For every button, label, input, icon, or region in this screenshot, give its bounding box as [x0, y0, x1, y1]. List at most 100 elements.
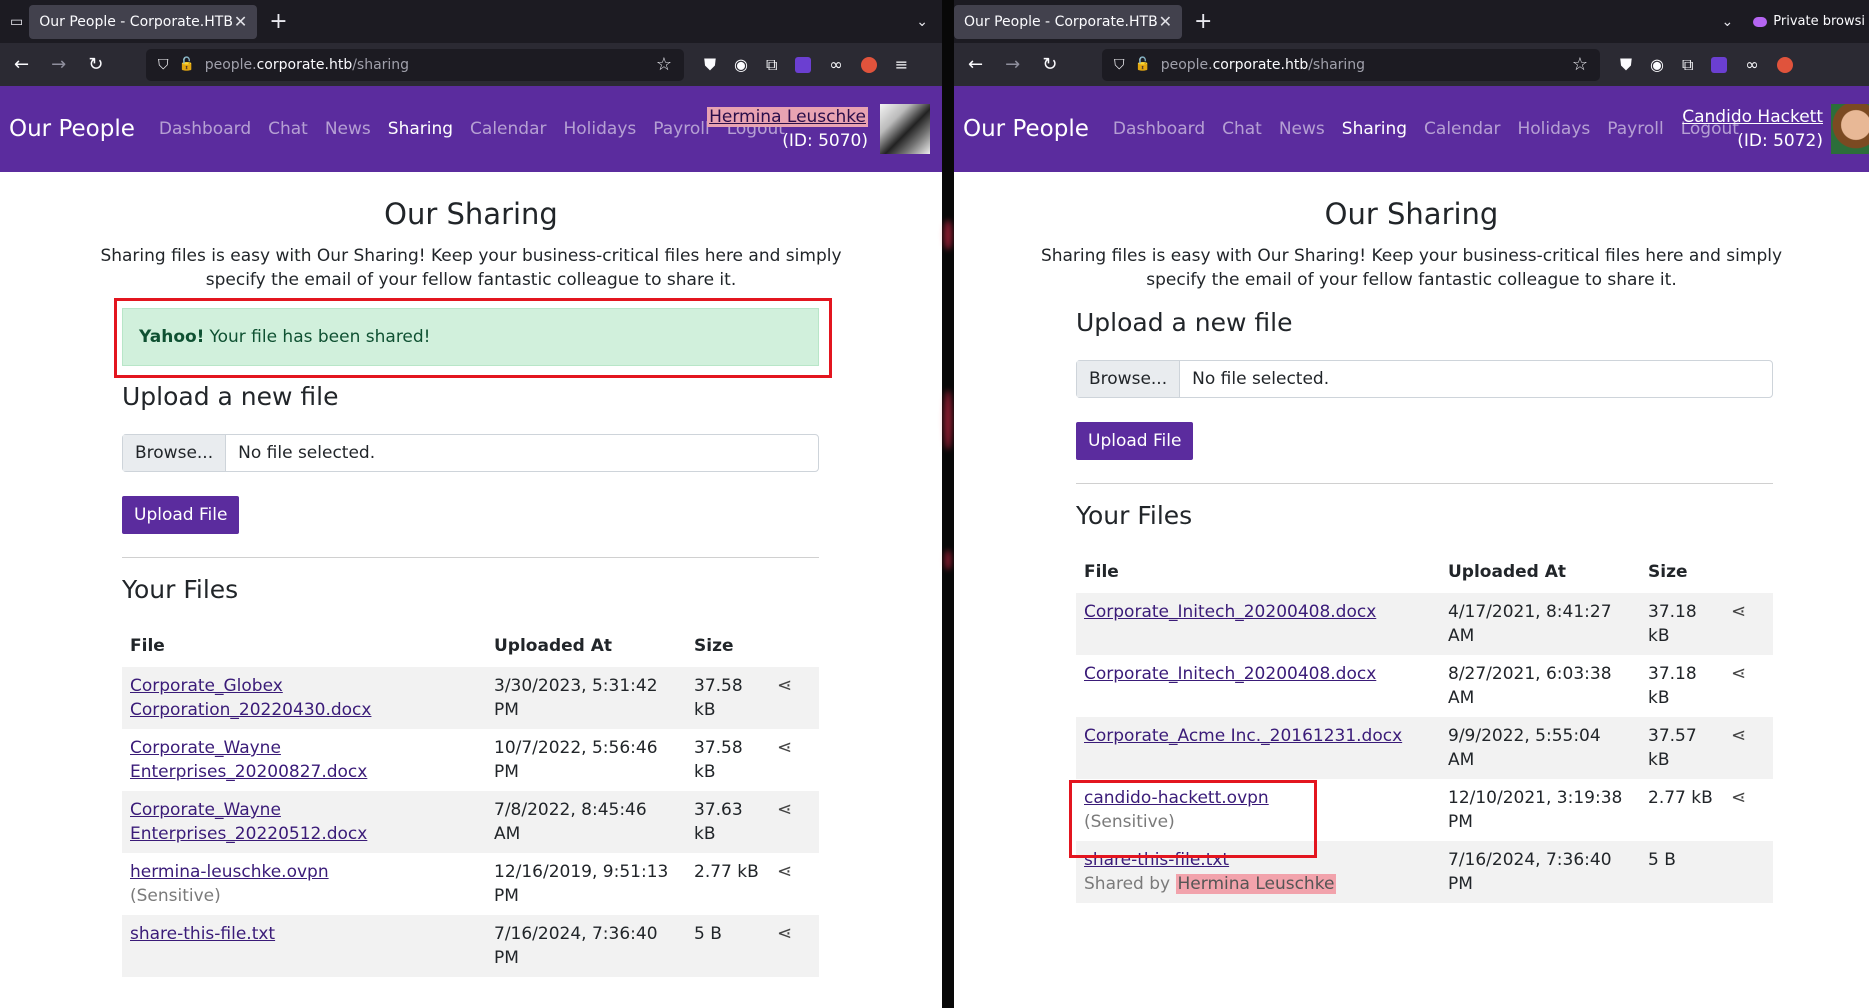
user-info: Hermina Leuschke (ID: 5070) — [707, 105, 868, 153]
menu-dashboard[interactable]: Dashboard — [1113, 119, 1205, 139]
forward-icon[interactable]: → — [51, 54, 66, 75]
close-tab-icon[interactable]: ✕ — [1159, 12, 1172, 31]
share-icon[interactable]: ⋖ — [1731, 786, 1746, 810]
brand-logo[interactable]: Our People — [9, 116, 135, 142]
extensions-icon[interactable]: ⧉ — [1682, 55, 1693, 75]
forward-icon[interactable]: → — [1005, 54, 1020, 75]
table-header-row: File Uploaded At Size — [122, 625, 819, 667]
extension-mask-icon[interactable]: ∞ — [1745, 55, 1758, 74]
file-link[interactable]: Corporate_Initech_20200408.docx — [1084, 602, 1376, 622]
extension-purple-icon[interactable] — [1711, 56, 1728, 73]
file-input[interactable]: Browse... No file selected. — [1076, 360, 1773, 398]
share-icon[interactable]: ⋖ — [1731, 724, 1746, 748]
new-tab-icon[interactable]: + — [1194, 9, 1212, 34]
menu-payroll[interactable]: Payroll — [653, 119, 709, 139]
menu-chat[interactable]: Chat — [268, 119, 308, 139]
browse-button[interactable]: Browse... — [1077, 361, 1181, 397]
brand-logo[interactable]: Our People — [963, 116, 1089, 142]
menu-news[interactable]: News — [1279, 119, 1325, 139]
back-icon[interactable]: ← — [14, 54, 29, 75]
files-table: File Uploaded At Size Corporate_Globex Co… — [122, 625, 819, 977]
share-icon[interactable]: ⋖ — [777, 922, 792, 946]
menu-sharing[interactable]: Sharing — [388, 119, 453, 139]
table-header-row: File Uploaded At Size — [1076, 551, 1773, 593]
extension-mask-icon[interactable]: ∞ — [829, 55, 842, 74]
bookmark-star-icon[interactable]: ☆ — [656, 54, 672, 75]
new-tab-icon[interactable]: + — [269, 9, 287, 34]
back-icon[interactable]: ← — [968, 54, 983, 75]
file-link[interactable]: Corporate_Globex Corporation_20220430.doc… — [130, 676, 371, 720]
url-bar[interactable]: ⛉ 🔓 people.corporate.htb/sharing ☆ — [1102, 48, 1600, 81]
share-icon[interactable]: ⋖ — [1731, 662, 1746, 686]
extension-red-icon[interactable] — [860, 56, 877, 73]
pocket-icon[interactable]: ⛊ — [704, 55, 716, 75]
table-row: Corporate_Initech_20200408.docx 4/17/202… — [1076, 593, 1773, 655]
lock-icon[interactable]: 🔓 — [179, 57, 195, 72]
user-id: (ID: 5072) — [1737, 131, 1823, 151]
share-icon[interactable]: ⋖ — [777, 860, 792, 884]
upload-file-button[interactable]: Upload File — [122, 496, 240, 534]
menu-calendar[interactable]: Calendar — [470, 119, 546, 139]
bookmark-star-icon[interactable]: ☆ — [1572, 54, 1588, 75]
menu-payroll[interactable]: Payroll — [1607, 119, 1663, 139]
page-description: Sharing files is easy with Our Sharing! … — [100, 246, 842, 290]
list-all-tabs-icon[interactable]: ⌄ — [1722, 14, 1734, 30]
file-link[interactable]: Corporate_Initech_20200408.docx — [1084, 664, 1376, 684]
account-icon[interactable]: ◉ — [1650, 55, 1664, 74]
account-icon[interactable]: ◉ — [734, 55, 748, 74]
file-link[interactable]: share-this-file.txt — [130, 924, 275, 944]
extension-red-icon[interactable] — [1776, 56, 1793, 73]
highlight-box — [114, 298, 832, 378]
list-all-tabs-icon[interactable]: ⌄ — [916, 14, 928, 30]
avatar[interactable] — [1831, 104, 1869, 154]
site-menu: Dashboard Chat News Sharing Calendar Hol… — [159, 119, 785, 139]
browse-button[interactable]: Browse... — [123, 435, 227, 471]
shared-by-label: Shared by — [1084, 874, 1171, 894]
upload-file-button[interactable]: Upload File — [1076, 422, 1194, 460]
user-name-link[interactable]: Candido Hackett — [1682, 107, 1823, 127]
extensions-icon[interactable]: ⧉ — [766, 55, 777, 75]
column-header: Uploaded At — [494, 636, 613, 656]
share-icon[interactable]: ⋖ — [777, 798, 792, 822]
browser-tab[interactable]: Our People - Corporate.HTB ✕ — [29, 4, 258, 39]
file-link[interactable]: Corporate_Wayne Enterprises_20200827.doc… — [130, 738, 367, 782]
user-name-link[interactable]: Hermina Leuschke — [707, 107, 868, 127]
window-gap — [942, 0, 954, 1008]
user-id: (ID: 5070) — [782, 131, 868, 151]
url-bar[interactable]: ⛉ 🔓 people.corporate.htb/sharing ☆ — [146, 48, 684, 81]
uploaded-at: 7/8/2022, 8:45:46 AM — [494, 800, 647, 844]
pocket-icon[interactable]: ⛊ — [1620, 55, 1632, 75]
close-tab-icon[interactable]: ✕ — [234, 12, 247, 31]
menu-sharing[interactable]: Sharing — [1342, 119, 1407, 139]
menu-icon[interactable]: ≡ — [895, 55, 908, 74]
table-row: hermina-leuschke.ovpn (Sensitive) 12/16/2… — [122, 853, 819, 915]
browser-tab[interactable]: Our People - Corporate.HTB ✕ — [954, 4, 1182, 39]
reload-icon[interactable]: ↻ — [1042, 54, 1057, 75]
share-icon[interactable]: ⋖ — [777, 674, 792, 698]
menu-news[interactable]: News — [325, 119, 371, 139]
shield-icon[interactable]: ⛉ — [158, 57, 169, 73]
private-browsing-indicator: Private browsi — [1753, 14, 1865, 29]
share-icon[interactable]: ⋖ — [1731, 600, 1746, 624]
file-input[interactable]: Browse... No file selected. — [122, 434, 819, 472]
share-icon[interactable]: ⋖ — [777, 736, 792, 760]
file-link[interactable]: Corporate_Acme Inc._20161231.docx — [1084, 726, 1402, 746]
avatar[interactable] — [880, 104, 930, 154]
lock-icon[interactable]: 🔓 — [1135, 57, 1151, 72]
column-header: Uploaded At — [1448, 562, 1567, 582]
shield-icon[interactable]: ⛉ — [1114, 57, 1125, 73]
uploaded-at: 12/10/2021, 3:19:38 PM — [1448, 788, 1623, 832]
menu-holidays[interactable]: Holidays — [1518, 119, 1591, 139]
divider — [122, 557, 819, 558]
menu-calendar[interactable]: Calendar — [1424, 119, 1500, 139]
menu-chat[interactable]: Chat — [1222, 119, 1262, 139]
file-link[interactable]: hermina-leuschke.ovpn — [130, 862, 329, 882]
extension-purple-icon[interactable] — [795, 56, 812, 73]
url-text: people.corporate.htb/sharing — [1160, 56, 1366, 73]
file-link[interactable]: Corporate_Wayne Enterprises_20220512.doc… — [130, 800, 367, 844]
reload-icon[interactable]: ↻ — [88, 54, 103, 75]
user-info: Candido Hackett (ID: 5072) — [1682, 105, 1823, 153]
tab-list-icon[interactable]: ▭ — [10, 14, 23, 30]
menu-holidays[interactable]: Holidays — [564, 119, 637, 139]
menu-dashboard[interactable]: Dashboard — [159, 119, 251, 139]
